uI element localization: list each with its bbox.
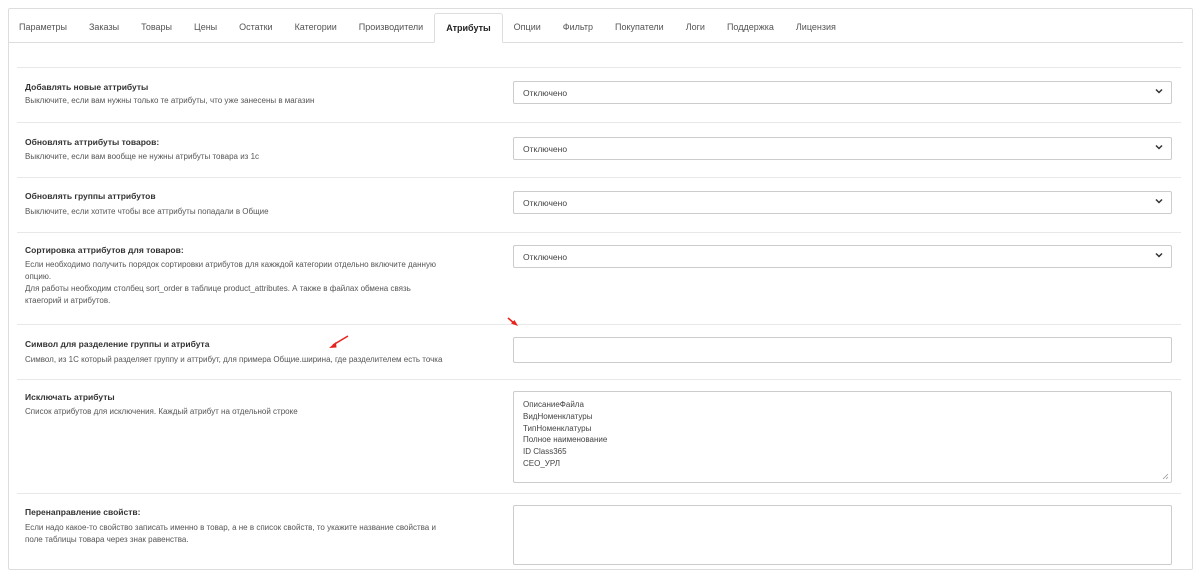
tab-support[interactable]: Поддержка xyxy=(716,13,785,42)
tab-bar: Параметры Заказы Товары Цены Остатки Кат… xyxy=(8,13,1183,43)
setting-row-sorting: Сортировка аттрибутов для товаров: Если … xyxy=(17,232,1181,325)
tab-manufacturers[interactable]: Производители xyxy=(348,13,434,42)
tab-logs[interactable]: Логи xyxy=(675,13,716,42)
setting-title: Обновлять группы аттрибутов xyxy=(25,191,156,201)
select-value: Отключено xyxy=(523,252,568,262)
chevron-down-icon xyxy=(1155,144,1163,150)
tab-filter[interactable]: Фильтр xyxy=(552,13,604,42)
textarea-line: Полное наименование xyxy=(523,435,608,445)
tab-parameters[interactable]: Параметры xyxy=(8,13,78,42)
annotation-arrow-icon xyxy=(329,335,349,348)
tab-license[interactable]: Лицензия xyxy=(785,13,847,42)
setting-row-update-groups: Обновлять группы аттрибутов Выключите, е… xyxy=(17,177,1181,233)
tab-attributes[interactable]: Атрибуты xyxy=(434,13,503,43)
textarea-line: ОписаниеФайла xyxy=(523,400,584,409)
redirect-properties-textarea[interactable] xyxy=(513,505,1172,565)
setting-description-line: поле таблицы товара через знак равенства… xyxy=(25,535,189,544)
chevron-down-icon xyxy=(1155,198,1163,204)
setting-row-redirect: Перенаправление свойств: Если надо какое… xyxy=(17,493,1181,565)
tab-categories[interactable]: Категории xyxy=(284,13,348,42)
tab-options[interactable]: Опции xyxy=(503,13,552,42)
select-value: Отключено xyxy=(523,88,568,98)
textarea-content: ОписаниеФайла ВидНоменклатуры ТипНоменкл… xyxy=(523,399,607,470)
textarea-line: ID Class365 xyxy=(523,447,567,457)
setting-description: Список атрибутов для исключения. Каждый … xyxy=(25,407,298,416)
setting-description: Символ, из 1С который разделяет группу и… xyxy=(25,355,443,364)
setting-title: Добавлять новые аттрибуты xyxy=(25,82,149,92)
resize-grip-icon[interactable] xyxy=(1162,473,1169,480)
textarea-line: ТипНоменклатуры xyxy=(523,423,592,433)
exclude-attributes-textarea[interactable]: ОписаниеФайла ВидНоменклатуры ТипНоменкл… xyxy=(513,391,1172,483)
setting-description-line: ктаегорий и атрибутов. xyxy=(25,296,111,305)
textarea-line: СЕО_УРЛ xyxy=(523,458,561,468)
chevron-down-icon xyxy=(1155,88,1163,94)
annotation-arrow-icon xyxy=(507,317,518,326)
setting-description: Выключите, если хотите чтобы все аттрибу… xyxy=(25,207,269,216)
setting-description-line: Если надо какое-то свойство записать име… xyxy=(25,523,436,532)
textarea-line: ВидНоменклатуры xyxy=(523,411,593,421)
setting-description-line: Для работы необходим столбец sort_order … xyxy=(25,284,411,293)
tab-customers[interactable]: Покупатели xyxy=(604,13,675,42)
chevron-down-icon xyxy=(1155,252,1163,258)
setting-row-update-attributes: Обновлять аттрибуты товаров: Выключите, … xyxy=(17,122,1181,178)
setting-title: Сортировка аттрибутов для товаров: xyxy=(25,245,184,255)
update-attributes-select[interactable]: Отключено xyxy=(513,137,1172,160)
setting-description: Выключите, если вам вообще не нужны атри… xyxy=(25,152,260,161)
sorting-select[interactable]: Отключено xyxy=(513,245,1172,268)
setting-description-line: опцию. xyxy=(25,272,52,281)
setting-row-exclude: Исключать атрибуты Список атрибутов для … xyxy=(17,379,1181,494)
setting-title: Исключать атрибуты xyxy=(25,392,115,402)
setting-title: Символ для разделение группы и атрибута xyxy=(25,339,210,349)
select-value: Отключено xyxy=(523,144,568,154)
tab-stock[interactable]: Остатки xyxy=(228,13,283,42)
setting-description-line: Если необходимо получить порядок сортиро… xyxy=(25,260,436,269)
setting-row-separator: Символ для разделение группы и атрибута … xyxy=(17,324,1181,380)
setting-title: Обновлять аттрибуты товаров: xyxy=(25,137,160,147)
tab-orders[interactable]: Заказы xyxy=(78,13,130,42)
setting-title: Перенаправление свойств: xyxy=(25,507,141,517)
update-groups-select[interactable]: Отключено xyxy=(513,191,1172,214)
separator-input[interactable] xyxy=(513,337,1172,363)
setting-description: Выключите, если вам нужны только те атри… xyxy=(25,96,315,105)
tab-prices[interactable]: Цены xyxy=(183,13,228,42)
add-new-select[interactable]: Отключено xyxy=(513,81,1172,104)
select-value: Отключено xyxy=(523,198,568,208)
tab-products[interactable]: Товары xyxy=(130,13,183,42)
setting-row-add-new: Добавлять новые аттрибуты Выключите, есл… xyxy=(17,67,1181,123)
